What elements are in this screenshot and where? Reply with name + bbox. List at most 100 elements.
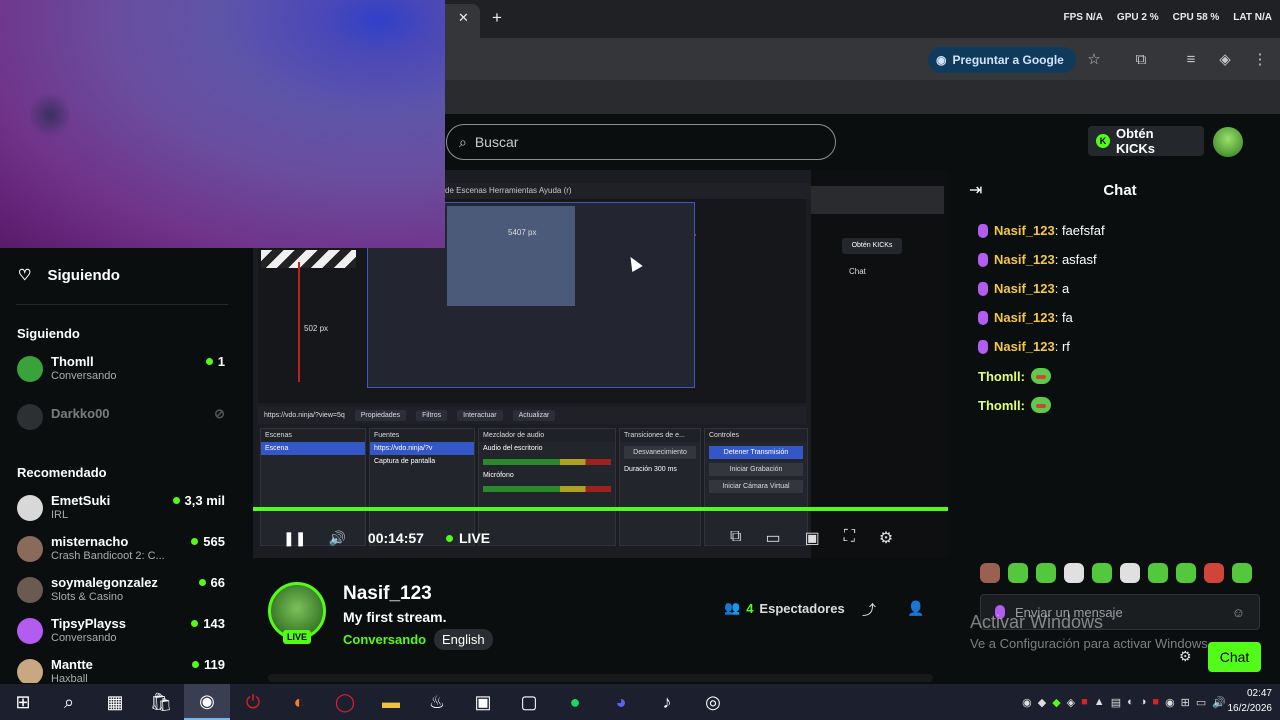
tray-app-icon[interactable]: ■ xyxy=(1081,696,1088,708)
chat-username[interactable]: Thomll: xyxy=(978,398,1025,413)
emote-icon[interactable] xyxy=(1092,563,1112,583)
info-divider xyxy=(268,674,933,682)
file-explorer-icon[interactable]: ▬ xyxy=(368,684,414,720)
search-icon: ⌕ xyxy=(459,133,467,150)
tiktok-icon[interactable]: ♪ xyxy=(644,684,690,720)
obs-source-item: Captura de pantalla xyxy=(374,458,436,465)
emote-icon[interactable] xyxy=(980,563,1000,583)
obs-duration: Duración 300 ms xyxy=(620,463,700,476)
game-app-icon[interactable]: ▣ xyxy=(460,684,506,720)
sidebar-channel-misternacho[interactable]: misternacho Crash Bandicoot 2: C... 565 xyxy=(17,534,227,570)
ask-google-label: Preguntar a Google xyxy=(952,53,1064,67)
tab-close-icon[interactable]: ✕ xyxy=(458,10,469,26)
obs-duration-value: 300 ms xyxy=(653,466,677,473)
player-progress-bar[interactable] xyxy=(253,507,948,511)
share-icon[interactable]: ⤴ xyxy=(862,600,876,620)
reading-list-icon[interactable]: ≡ xyxy=(1181,50,1201,70)
tray-app-icon[interactable]: ⊞ xyxy=(1181,696,1190,709)
spotify-icon[interactable]: ● xyxy=(552,684,598,720)
emote-icon[interactable] xyxy=(1148,563,1168,583)
mic-badge-icon xyxy=(978,252,988,267)
emote-icon[interactable] xyxy=(1008,563,1028,583)
profile-icon[interactable]: ◈ xyxy=(1215,50,1235,70)
chat-send-button[interactable]: Chat xyxy=(1208,642,1261,672)
opera-icon[interactable]: ◯ xyxy=(322,684,368,720)
tray-app-icon[interactable]: ▲ xyxy=(1094,696,1105,708)
live-dot-icon xyxy=(192,661,200,668)
sidebar-channel-soymalegonzalez[interactable]: soymalegonzalez Slots & Casino 66 xyxy=(17,575,227,611)
tray-app-icon[interactable]: ◆ xyxy=(1052,696,1060,709)
tray-app-icon[interactable]: ◐ xyxy=(1127,696,1134,708)
tray-app-icon[interactable]: ◑ xyxy=(1140,696,1147,708)
windows-start-icon[interactable]: ⊞ xyxy=(0,684,46,720)
chat-message: Thomll: xyxy=(978,368,1051,384)
obs-icon[interactable]: ◎ xyxy=(690,684,736,720)
mic-badge-icon xyxy=(978,281,988,296)
stream-category[interactable]: Conversando xyxy=(343,632,426,647)
following-nav-item[interactable]: ♡ Siguiendo xyxy=(18,266,120,285)
task-view-icon[interactable]: ▦ xyxy=(92,684,138,720)
steam-icon[interactable]: ♨ xyxy=(414,684,460,720)
pause-icon[interactable]: ❚❚ xyxy=(283,530,306,547)
tray-app-icon[interactable]: ◈ xyxy=(1067,696,1075,709)
avatar xyxy=(17,404,43,430)
emote-icon[interactable] xyxy=(1204,563,1224,583)
firefox-icon[interactable]: ◐ xyxy=(276,684,322,720)
get-kicks-button[interactable]: K Obtén KICKs xyxy=(1088,126,1204,156)
store-icon[interactable]: 🛍 xyxy=(138,684,184,720)
chat-settings-gear-icon[interactable]: ⚙ xyxy=(1179,648,1192,665)
tray-app-icon[interactable]: ▤ xyxy=(1111,696,1121,709)
search-input[interactable]: ⌕ Buscar xyxy=(446,124,836,160)
discord-icon[interactable]: ◕ xyxy=(598,684,644,720)
emoji-icon[interactable]: ☺ xyxy=(1232,605,1245,620)
power-app-icon[interactable]: ⏻ xyxy=(230,684,276,720)
chat-username[interactable]: Nasif_123 xyxy=(994,223,1055,238)
volume-icon[interactable]: 🔊 xyxy=(1212,696,1226,709)
chat-username[interactable]: Thomll: xyxy=(978,369,1025,384)
chrome-icon[interactable]: ◉ xyxy=(184,684,230,720)
emote-icon[interactable] xyxy=(1120,563,1140,583)
taskbar-clock[interactable]: 02:47 16/2/2026 xyxy=(1228,686,1273,716)
tray-app-icon[interactable]: ◉ xyxy=(1022,696,1032,709)
streamer-name[interactable]: Nasif_123 xyxy=(343,583,432,605)
chat-username[interactable]: Nasif_123 xyxy=(994,281,1055,296)
sidebar-channel-darkko00[interactable]: Darkko00 ⊘ xyxy=(17,402,227,438)
windows-activation-watermark: Activar Windows Ve a Configuración para … xyxy=(970,612,1211,651)
emote-icon[interactable] xyxy=(1232,563,1252,583)
follow-user-icon[interactable]: 👤 xyxy=(907,600,924,617)
obs-stripe-bar xyxy=(261,250,356,268)
search-icon[interactable]: ⌕ xyxy=(46,684,92,720)
new-tab-icon[interactable]: + xyxy=(492,8,502,28)
channel-name: Darkko00 xyxy=(51,406,110,421)
sidebar-channel-thomll[interactable]: Thomll Conversando 1 xyxy=(17,354,227,390)
theater-icon[interactable]: ▣ xyxy=(805,528,820,548)
ask-google-button[interactable]: ◉ Preguntar a Google xyxy=(928,47,1076,73)
chat-message: Thomll: xyxy=(978,397,1051,413)
pip-icon[interactable]: ⧉ xyxy=(730,528,741,548)
network-icon[interactable]: ▭ xyxy=(1196,696,1206,709)
clip-icon[interactable]: ▭ xyxy=(765,528,780,548)
tray-app-icon[interactable]: ◆ xyxy=(1038,696,1046,709)
chat-username[interactable]: Nasif_123 xyxy=(994,339,1055,354)
user-avatar[interactable] xyxy=(1213,127,1243,157)
stream-language-tag[interactable]: English xyxy=(434,629,493,650)
emote-icon[interactable] xyxy=(1064,563,1084,583)
extensions-icon[interactable]: ⧉ xyxy=(1131,50,1151,70)
sidebar-channel-tipsyplayss[interactable]: TipsyPlayss Conversando 143 xyxy=(17,616,227,652)
obs-virtual-camera-button: Iniciar Cámara Virtual xyxy=(709,480,803,493)
volume-icon[interactable]: 🔊 xyxy=(328,530,345,547)
chat-username[interactable]: Nasif_123 xyxy=(994,310,1055,325)
settings-gear-icon[interactable]: ⚙ xyxy=(879,528,893,548)
sidebar-channel-emetsuki[interactable]: EmetSuki IRL 3,3 mil xyxy=(17,493,227,529)
fullscreen-icon[interactable]: ⛶ xyxy=(844,528,855,548)
emote-icon[interactable] xyxy=(1036,563,1056,583)
bookmark-star-icon[interactable]: ☆ xyxy=(1084,50,1104,70)
chat-message: Nasif_123: a xyxy=(978,281,1069,296)
emote-icon[interactable] xyxy=(1176,563,1196,583)
sidebar-channel-mantte[interactable]: Mantte Haxball 119 xyxy=(17,657,227,683)
tray-app-icon[interactable]: ■ xyxy=(1152,696,1159,708)
game-app-icon[interactable]: ▢ xyxy=(506,684,552,720)
menu-kebab-icon[interactable]: ⋮ xyxy=(1250,50,1270,70)
chat-username[interactable]: Nasif_123 xyxy=(994,252,1055,267)
tray-app-icon[interactable]: ◉ xyxy=(1165,696,1175,709)
